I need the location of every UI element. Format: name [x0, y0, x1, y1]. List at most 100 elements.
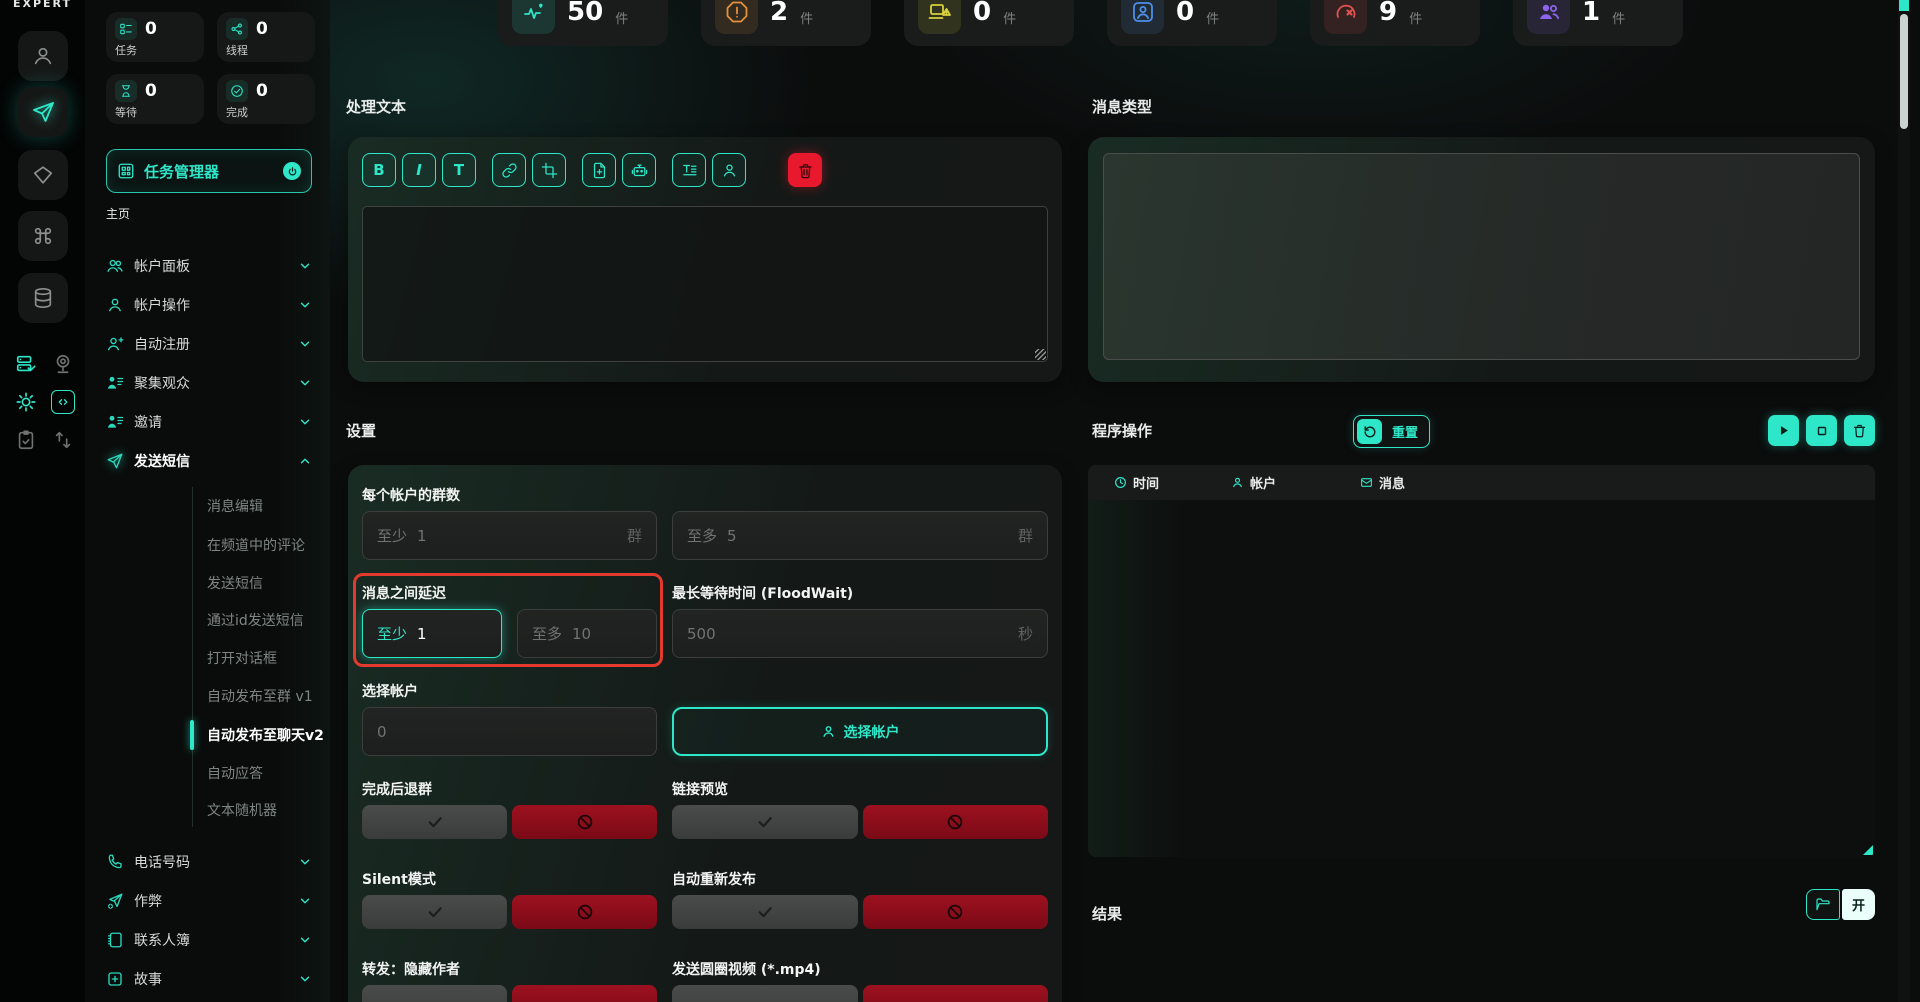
- invite-icon: [106, 413, 124, 431]
- stat-card-value: 50: [567, 0, 603, 27]
- stat-card-unit: 件: [615, 8, 628, 27]
- sidebar-item-cheat[interactable]: 作弊: [85, 881, 330, 920]
- stat-card-spam: 1 件: [1513, 0, 1683, 46]
- toggle-yes-button[interactable]: [362, 805, 507, 839]
- text-button[interactable]: T: [442, 153, 476, 187]
- bold-button[interactable]: B: [362, 153, 396, 187]
- send-circle-video-label: 发送圆圈视频 (*.mp4): [672, 959, 1048, 976]
- sidebar-item-label: 聚集观众: [134, 373, 190, 393]
- sidebar-item-invite[interactable]: 邀请: [85, 402, 330, 441]
- toggle-no-button[interactable]: [512, 985, 657, 1002]
- stat-threads: 0 线程: [217, 12, 315, 62]
- submenu-item-text-randomizer[interactable]: 文本随机器: [207, 791, 330, 829]
- attach-file-button[interactable]: [582, 153, 616, 187]
- done-icon: [226, 80, 248, 102]
- swap-icon[interactable]: [51, 428, 75, 452]
- icon-rail: EXPERT: [0, 0, 85, 1002]
- clear-text-button[interactable]: [788, 153, 822, 187]
- server-check-icon[interactable]: [14, 352, 38, 376]
- toggle-no-button[interactable]: [512, 895, 657, 929]
- sidebar-item-label: 邀请: [134, 412, 162, 432]
- process-text-input[interactable]: [362, 206, 1048, 362]
- stat-label: 完成: [226, 104, 306, 120]
- stat-value: 0: [256, 19, 268, 39]
- start-button[interactable]: [1768, 415, 1799, 446]
- scrollbar-thumb[interactable]: [1900, 14, 1908, 129]
- sidebar-item-account-ops[interactable]: 帐户操作: [85, 285, 330, 324]
- toggle-yes-button[interactable]: [672, 985, 858, 1002]
- sidebar-item-phone-numbers[interactable]: 电话号码: [85, 842, 330, 881]
- sidebar-item-contacts-book[interactable]: 联系人簿: [85, 920, 330, 959]
- code-window-icon[interactable]: [51, 390, 75, 414]
- floodwait-input[interactable]: 500 秒: [672, 609, 1048, 658]
- send-icon: [31, 100, 55, 124]
- groups-min-input[interactable]: 至少 1 群: [362, 511, 657, 560]
- reset-button[interactable]: 重置: [1353, 415, 1430, 448]
- link-button[interactable]: [492, 153, 526, 187]
- task-manager-button[interactable]: 任务管理器: [106, 149, 312, 193]
- toggle-no-button[interactable]: [863, 805, 1049, 839]
- clipboard-check-icon[interactable]: [14, 428, 38, 452]
- toggle-no-button[interactable]: [512, 805, 657, 839]
- column-time: 时间: [1114, 465, 1159, 500]
- submenu-item-message-edit[interactable]: 消息编辑: [207, 487, 330, 525]
- rail-command-button[interactable]: [18, 211, 68, 261]
- table-resize-handle[interactable]: [1863, 845, 1873, 855]
- toggle-yes-button[interactable]: [672, 895, 858, 929]
- bot-button[interactable]: [622, 153, 656, 187]
- stat-card-unit: 件: [1003, 8, 1016, 27]
- delay-min-input[interactable]: 至少 1: [362, 609, 502, 658]
- program-log-table: 时间 帐户 消息: [1088, 465, 1875, 857]
- stat-card-unit: 件: [1612, 8, 1625, 27]
- submenu-item-auto-post-chat-v2[interactable]: 自动发布至聊天v2: [207, 716, 330, 754]
- silent-mode-label: Silent模式: [362, 869, 657, 886]
- stat-label: 线程: [226, 42, 306, 58]
- submenu-item-auto-post-group-v1[interactable]: 自动发布至群 v1: [207, 677, 330, 715]
- folder-icon: [1815, 897, 1831, 913]
- mention-user-button[interactable]: [712, 153, 746, 187]
- stop-button[interactable]: [1806, 415, 1837, 446]
- open-folder-button[interactable]: [1806, 889, 1840, 920]
- webcam-icon[interactable]: [51, 352, 75, 376]
- sidebar-item-send-sms[interactable]: 发送短信: [85, 441, 330, 480]
- gear-icon[interactable]: [14, 390, 38, 414]
- toggle-yes-button[interactable]: [672, 805, 858, 839]
- delay-max-input[interactable]: 至多 10: [517, 609, 657, 658]
- sidebar-item-auto-register[interactable]: 自动注册: [85, 324, 330, 363]
- rail-sender-button[interactable]: [18, 87, 68, 137]
- accounts-count-input[interactable]: 0: [362, 707, 657, 756]
- toggle-no-button[interactable]: [863, 985, 1049, 1002]
- message-type-dropzone[interactable]: [1103, 153, 1860, 360]
- chevron-down-icon: [298, 259, 312, 273]
- groups-max-input[interactable]: 至多 5 群: [672, 511, 1048, 560]
- text-template-button[interactable]: [672, 153, 706, 187]
- rail-profile-button[interactable]: [18, 31, 68, 81]
- crop-button[interactable]: [532, 153, 566, 187]
- select-accounts-button[interactable]: 选择帐户: [672, 707, 1048, 756]
- scroll-top-button[interactable]: [1899, 0, 1909, 11]
- textarea-resize-handle[interactable]: [1035, 349, 1046, 360]
- open-result-button[interactable]: 开: [1842, 889, 1875, 920]
- submenu-item-open-dialog[interactable]: 打开对话框: [207, 639, 330, 677]
- forward-hide-author-label: 转发：隐藏作者: [362, 959, 657, 976]
- sidebar-item-gather-audience[interactable]: 聚集观众: [85, 363, 330, 402]
- toggle-yes-button[interactable]: [362, 895, 507, 929]
- toggle-yes-button[interactable]: [362, 985, 507, 1002]
- power-badge-icon: [283, 162, 301, 180]
- rail-premium-button[interactable]: [18, 150, 68, 200]
- submenu-item-auto-reply[interactable]: 自动应答: [207, 754, 330, 792]
- no-entry-icon: [576, 813, 594, 831]
- submenu-item-channel-comments[interactable]: 在频道中的评论: [207, 526, 330, 564]
- sidebar-item-label: 自动注册: [134, 334, 190, 354]
- clear-log-button[interactable]: [1844, 415, 1875, 446]
- italic-button[interactable]: I: [402, 153, 436, 187]
- account-frame-icon: [1121, 0, 1164, 34]
- submenu-item-send-by-id[interactable]: 通过id发送短信: [207, 601, 330, 639]
- sidebar-item-stories[interactable]: 故事: [85, 959, 330, 998]
- toggle-no-button[interactable]: [863, 895, 1049, 929]
- sidebar-item-account-panel[interactable]: 帐户面板: [85, 246, 330, 285]
- database-icon: [32, 287, 54, 309]
- select-accounts-button-label: 选择帐户: [844, 722, 900, 742]
- rail-database-button[interactable]: [18, 273, 68, 323]
- submenu-item-send-sms[interactable]: 发送短信: [207, 564, 330, 602]
